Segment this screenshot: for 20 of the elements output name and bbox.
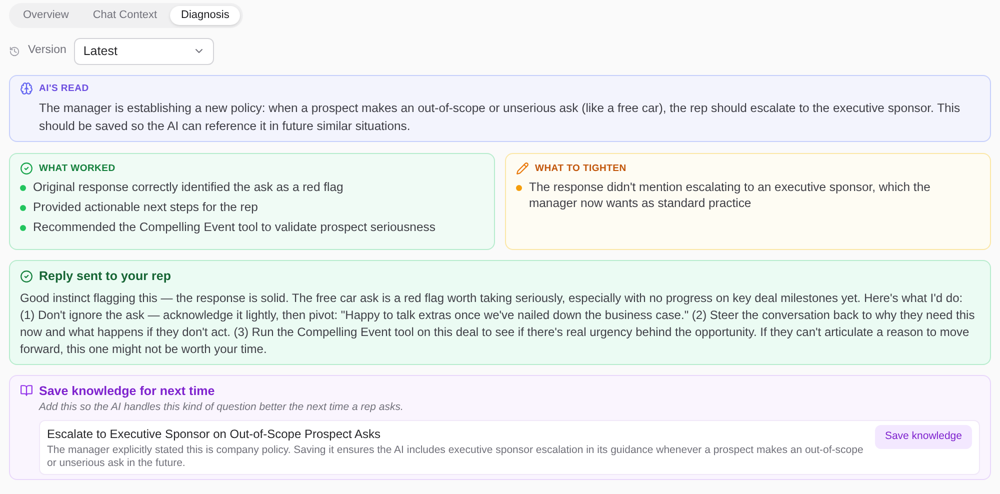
tab[interactable]: Diagnosis	[170, 6, 240, 24]
tab[interactable]: Overview	[12, 6, 80, 24]
reply-text: Good instinct flagging this — the response is solid. The free car ask is a red flag worth taking seriously, especially with no progress on key deal milestones yet. Here's what I'd do: (1) Don't ignore the ask — acknowledge it lightly, then pivot: "Happy to talk extras once we've nailed down the business case." (2) Steer the conversation back to why they need this now and what happens if they don't act. (3) Run the Compelling Event tool on this deal to see if there's real urgency behind the opportunity. If they can't articulate a reason to move forward, this one might not be worth your time.	[20, 290, 976, 358]
save-knowledge-button[interactable]: Save knowledge	[874, 425, 972, 449]
tab[interactable]: Chat Context	[82, 6, 168, 24]
ai-read-text: The manager is establishing a new policy: when a prospect makes an out-of-scope or unserious ask (like a free car), the rep should escalate to the executive sponsor. This should be saved so the AI can reference it in future similar situations.	[39, 100, 962, 135]
knowledge-title: Escalate to Executive Sponsor on Out-of-Scope Prospect Asks	[47, 426, 382, 443]
version-label: Version	[28, 43, 66, 58]
knowledge-text: The manager explicitly stated this is company policy. Saving it ensures the AI includes executive sponsor escalation in its guidance whenever a prospect makes an out-of-scope or unserious ask in the future.	[47, 444, 864, 470]
card-title: WHAT WORKED	[39, 162, 116, 176]
list-item: Provided actionable next steps for the rep	[33, 199, 258, 216]
card-title: AI'S READ	[39, 82, 89, 96]
card-title: WHAT TO TIGHTEN	[535, 162, 626, 176]
list-item: Recommended the Compelling Event tool to validate prospect seriousness	[33, 219, 436, 236]
list-item: The response didn't mention escalating to an executive sponsor, which the manager now wants as standard practice	[529, 179, 932, 211]
card-title: Reply sent to your rep	[39, 268, 171, 285]
card-title: Save knowledge for next time	[39, 382, 215, 400]
card-subtitle: Add this so the AI handles this kind of question better the next time a rep asks.	[39, 400, 404, 416]
list-item: Original response correctly identified the ask as a red flag	[33, 179, 344, 196]
version-select[interactable]: Latest	[74, 38, 214, 64]
